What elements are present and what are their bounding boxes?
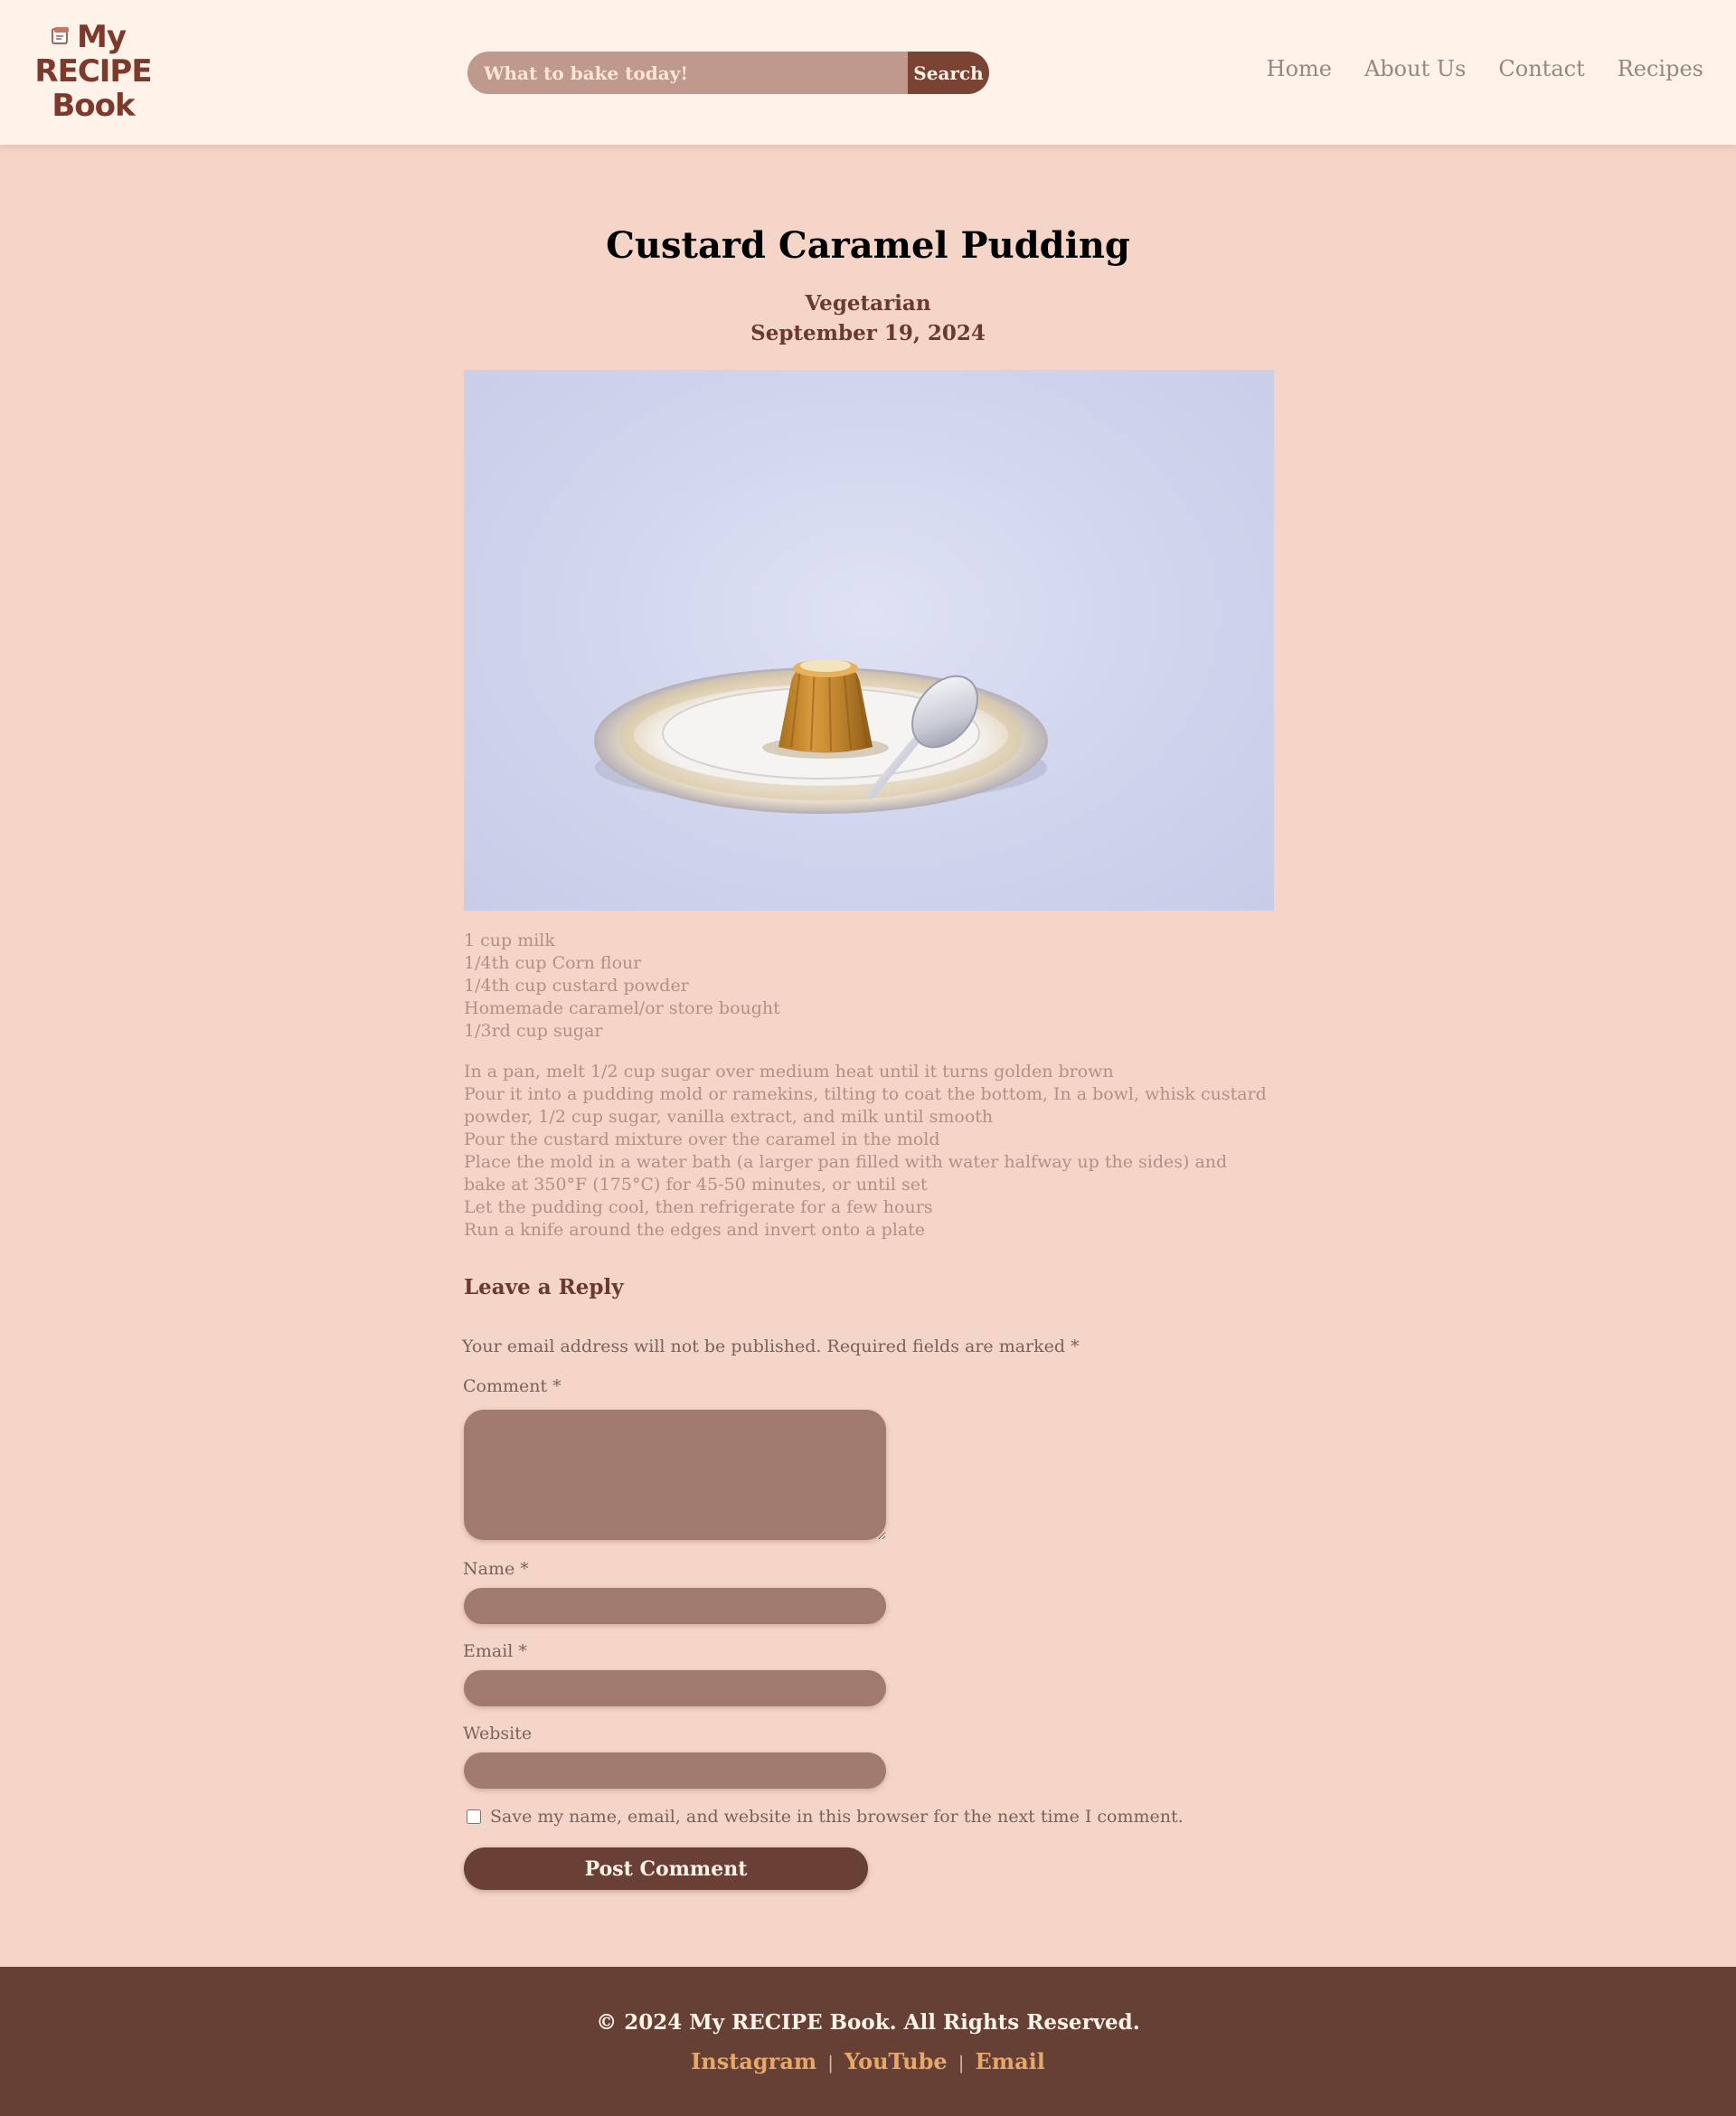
site-logo[interactable]: My RECIPE Book [34, 20, 152, 123]
logo-text-recipe: RECIPE [34, 53, 152, 90]
nav-home-link[interactable]: Home [1267, 56, 1332, 81]
post-comment-button[interactable]: Post Comment [464, 1847, 868, 1890]
site-header: My RECIPE Book Search Home About Us Cont… [0, 0, 1736, 145]
instruction-step: Pour it into a pudding mold or ramekins,… [464, 1084, 1267, 1127]
email-link[interactable]: Email [975, 2048, 1044, 2074]
instruction-step: Place the mold in a water bath (a larger… [464, 1152, 1228, 1195]
footer-separator: | [958, 2052, 965, 2073]
email-label: Email * [463, 1641, 527, 1661]
recipe-date: September 19, 2024 [750, 321, 986, 345]
ingredient-item: 1/4th cup custard powder [464, 976, 689, 996]
ingredient-item: 1/4th cup Corn flour [464, 953, 642, 973]
instruction-step: Pour the custard mixture over the carame… [464, 1129, 940, 1149]
comment-label: Comment * [463, 1376, 561, 1396]
logo-text-book: Book [52, 88, 135, 124]
copyright-text: © 2024 My RECIPE Book. All Rights Reserv… [596, 2010, 1140, 2035]
recipe-title: Custard Caramel Pudding [606, 224, 1130, 267]
instruction-step: Run a knife around the edges and invert … [464, 1220, 926, 1240]
search-input[interactable] [467, 52, 908, 94]
name-label: Name * [463, 1559, 529, 1579]
ingredient-item: 1/3rd cup sugar [464, 1021, 603, 1041]
reply-heading: Leave a Reply [464, 1275, 624, 1299]
save-info-row: Save my name, email, and website in this… [467, 1807, 1184, 1827]
nav-recipes-link[interactable]: Recipes [1618, 56, 1703, 81]
name-field[interactable] [464, 1588, 886, 1624]
instagram-link[interactable]: Instagram [691, 2048, 816, 2074]
save-info-checkbox[interactable] [467, 1809, 481, 1824]
recipe-category: Vegetarian [805, 291, 931, 316]
recipe-book-icon [52, 27, 69, 44]
nav-about-link[interactable]: About Us [1364, 56, 1466, 81]
instruction-step: Let the pudding cool, then refrigerate f… [464, 1197, 933, 1217]
recipe-photo [464, 370, 1274, 911]
search-bar: Search [467, 52, 989, 94]
main-nav: Home About Us Contact Recipes [1267, 56, 1703, 81]
website-field[interactable] [464, 1752, 886, 1789]
comment-textarea[interactable] [464, 1410, 886, 1540]
ingredient-item: 1 cup milk [464, 930, 555, 950]
footer-separator: | [827, 2052, 835, 2073]
website-label: Website [463, 1724, 533, 1743]
reply-note: Your email address will not be published… [462, 1337, 1080, 1356]
site-footer: © 2024 My RECIPE Book. All Rights Reserv… [0, 1967, 1736, 2116]
search-button[interactable]: Search [908, 52, 989, 94]
save-info-label: Save my name, email, and website in this… [490, 1807, 1184, 1827]
nav-contact-link[interactable]: Contact [1498, 56, 1584, 81]
instruction-step: In a pan, melt 1/2 cup sugar over medium… [464, 1062, 1114, 1082]
email-field[interactable] [464, 1670, 886, 1706]
footer-links: Instagram | YouTube | Email [0, 2048, 1736, 2074]
ingredients-list: 1 cup milk 1/4th cup Corn flour 1/4th cu… [464, 930, 1274, 1043]
instructions-list: In a pan, melt 1/2 cup sugar over medium… [464, 1061, 1274, 1242]
ingredient-item: Homemade caramel/or store bought [464, 998, 780, 1018]
youtube-link[interactable]: YouTube [844, 2048, 948, 2074]
